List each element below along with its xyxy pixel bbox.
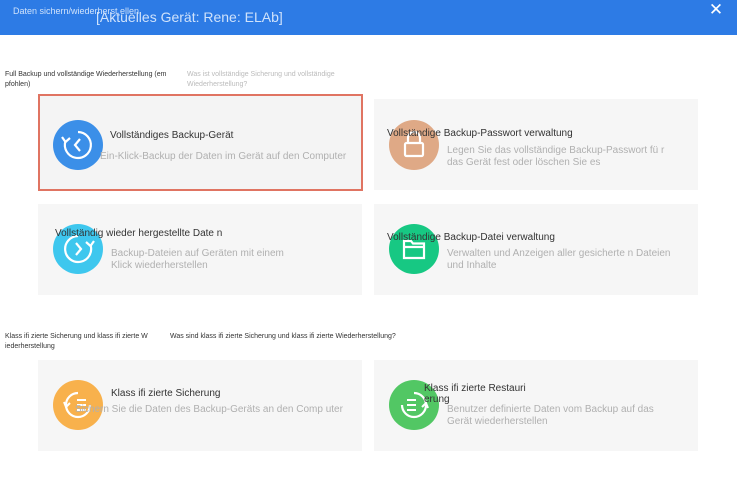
card-description: Ein-Klick-Backup der Daten im Gerät auf … [100, 151, 347, 162]
title-bar: Daten sichern/wiederherst ellen [Aktuell… [0, 0, 737, 35]
full-backup-section-label: Full Backup und vollständige Wiederherst… [5, 71, 167, 88]
card-title: Vollständig wieder hergestellte Date n [55, 228, 223, 239]
card-title: Klass ifi zierte Sicherung [111, 388, 221, 399]
current-device-label: [Aktuelles Gerät: Rene: ELAb] [96, 9, 283, 25]
classified-help-link[interactable]: Was sind klass ifi zierte Sicherung und … [170, 332, 400, 342]
backup-password-card[interactable]: Vollständige Backup-Passwort verwaltung … [374, 99, 698, 190]
full-restore-card[interactable]: Vollständig wieder hergestellte Date n B… [38, 204, 362, 295]
classified-backup-card[interactable]: Klass ifi zierte Sicherung Sichern Sie d… [38, 360, 362, 451]
classified-section-label: Klass ifi zierte Sicherung und klass ifi… [5, 333, 148, 350]
backup-file-management-card[interactable]: Vollständige Backup-Datei verwaltung Ver… [374, 204, 698, 295]
card-description: Verwalten und Anzeigen aller gesicherte … [447, 248, 671, 271]
card-title: Vollständige Backup-Passwort verwaltung [387, 128, 573, 139]
full-backup-help-link[interactable]: Was ist vollständige Sicherung und volls… [187, 70, 392, 90]
card-description: Benutzer definierte Daten vom Backup auf… [447, 404, 654, 427]
full-backup-card[interactable]: Vollständiges Backup-Gerät Ein-Klick-Bac… [38, 94, 363, 191]
close-button[interactable]: ✕ [706, 1, 726, 21]
card-title: Vollständiges Backup-Gerät [110, 130, 234, 141]
card-description: Backup-Dateien auf Geräten mit einem Kli… [111, 248, 284, 271]
classified-restore-card[interactable]: Klass ifi zierte Restauri erung Benutzer… [374, 360, 698, 451]
card-title: Vollständige Backup-Datei verwaltung [387, 232, 555, 243]
card-title: Klass ifi zierte Restauri erung [424, 383, 526, 405]
card-description: Sichern Sie die Daten des Backup-Geräts … [75, 404, 343, 415]
card-description: Legen Sie das vollständige Backup-Passwo… [447, 145, 665, 168]
backup-clock-icon [53, 120, 103, 170]
